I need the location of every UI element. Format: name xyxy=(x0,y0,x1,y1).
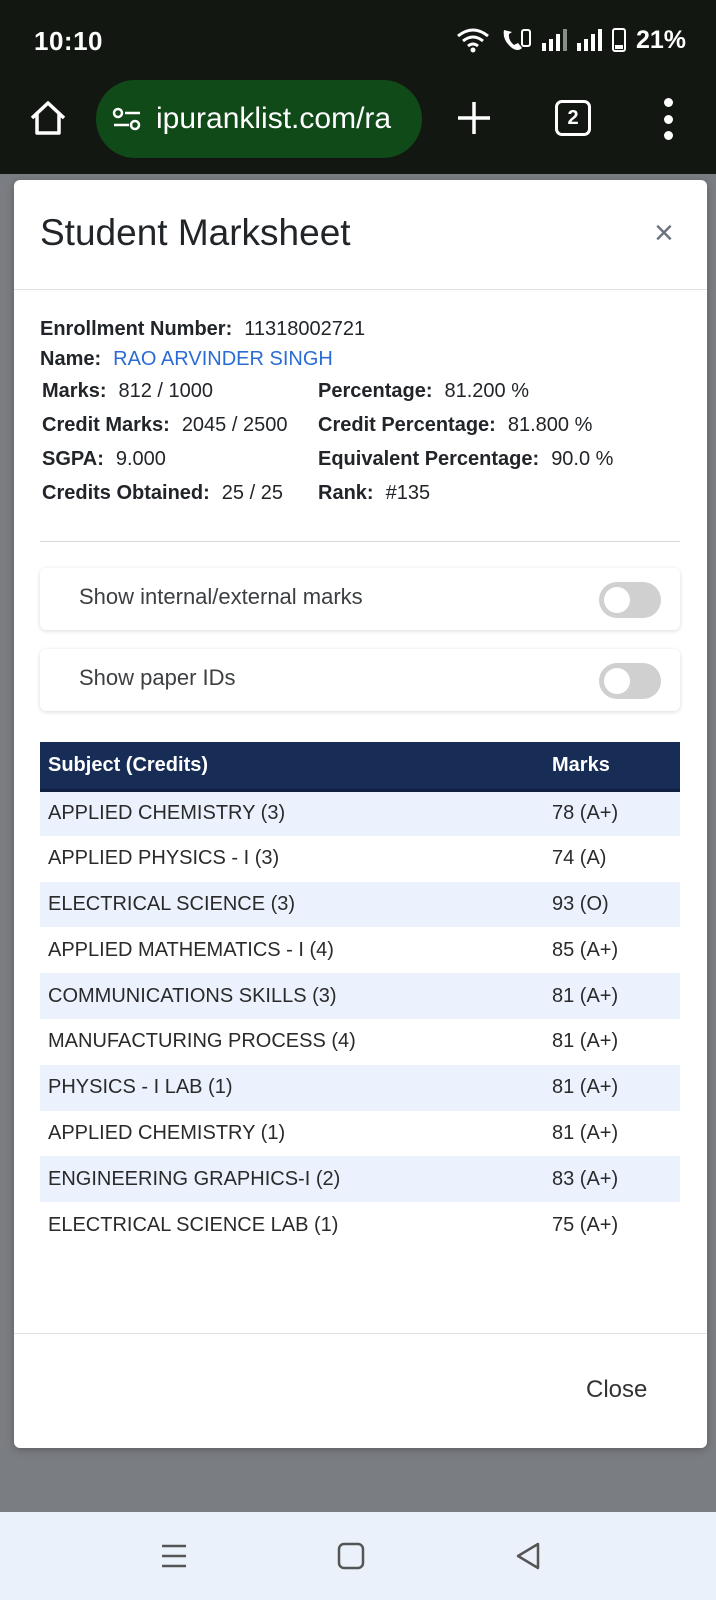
more-options-icon[interactable] xyxy=(658,98,678,140)
marks-cell: 81 (A+) xyxy=(552,1121,619,1144)
marks-cell: 93 (O) xyxy=(544,881,680,928)
subject-cell: MANUFACTURING PROCESS (4) xyxy=(48,1030,356,1053)
rank-row: Rank: #135 xyxy=(318,482,430,505)
name-row: Name: RAO ARVINDER SINGH xyxy=(40,348,333,371)
modal-header: Student Marksheet × xyxy=(14,180,707,290)
internal-external-toggle-card: Show internal/external marks xyxy=(40,568,680,630)
paper-ids-label: Show paper IDs xyxy=(79,665,236,690)
table-header-row: Subject (Credits) Marks xyxy=(40,742,680,792)
home-icon[interactable] xyxy=(28,98,68,138)
credit-marks-row: Credit Marks: 2045 / 2500 xyxy=(42,414,287,437)
wifi-calling-icon xyxy=(503,29,531,50)
internal-external-switch[interactable] xyxy=(599,582,661,618)
close-button[interactable]: Close xyxy=(586,1376,647,1404)
paper-ids-toggle-card: Show paper IDs xyxy=(40,649,680,711)
marks-cell: 81 (A+) xyxy=(544,1064,680,1111)
subject-cell: APPLIED PHYSICS - I (3) xyxy=(48,847,280,870)
browser-toolbar: ipuranklist.com/ra 2 xyxy=(0,80,716,174)
battery-level: 21% xyxy=(635,25,686,54)
recent-apps-icon[interactable] xyxy=(156,1538,192,1574)
internal-external-label: Show internal/external marks xyxy=(79,584,363,609)
modal-title: Student Marksheet xyxy=(40,212,351,253)
subject-cell: APPLIED CHEMISTRY (3) xyxy=(40,790,544,836)
table-row: APPLIED MATHEMATICS - I (4) 85 (A+) xyxy=(40,927,680,973)
close-icon[interactable]: × xyxy=(654,216,674,250)
subject-column-header: Subject (Credits) xyxy=(40,742,544,792)
marks-cell: 85 (A+) xyxy=(552,938,619,961)
table-row: ELECTRICAL SCIENCE (3) 93 (O) xyxy=(40,881,680,928)
status-bar: 10:10 21% xyxy=(0,0,716,80)
sgpa-value: 9.000 xyxy=(115,448,166,470)
credits-obtained-value: 25 / 25 xyxy=(221,482,283,504)
table-row: PHYSICS - I LAB (1) 81 (A+) xyxy=(40,1064,680,1111)
enrollment-row: Enrollment Number: 11318002721 xyxy=(40,318,365,341)
status-icons: 21% xyxy=(456,24,686,56)
enrollment-label: Enrollment Number: xyxy=(40,318,233,340)
enrollment-value: 11318002721 xyxy=(244,318,366,340)
rank-label: Rank: xyxy=(318,482,374,504)
subject-cell: APPLIED CHEMISTRY (1) xyxy=(48,1121,286,1144)
credit-marks-value: 2045 / 2500 xyxy=(181,414,288,436)
credit-percentage-label: Credit Percentage: xyxy=(318,414,496,436)
student-name: RAO ARVINDER SINGH xyxy=(113,348,333,370)
table-row: APPLIED CHEMISTRY (1) 81 (A+) xyxy=(40,1111,680,1157)
subject-cell: APPLIED MATHEMATICS - I (4) xyxy=(48,938,334,961)
credit-percentage-row: Credit Percentage: 81.800 % xyxy=(318,414,592,437)
equivalent-label: Equivalent Percentage: xyxy=(318,448,540,470)
address-bar[interactable]: ipuranklist.com/ra xyxy=(96,80,422,158)
paper-ids-switch[interactable] xyxy=(599,663,661,699)
marks-cell: 74 (A) xyxy=(552,847,607,870)
marksheet-modal: Student Marksheet × Enrollment Number: 11… xyxy=(14,180,707,1448)
system-nav-bar xyxy=(0,1512,716,1600)
marks-table: Subject (Credits) Marks APPLIED CHEMISTR… xyxy=(40,742,680,1248)
tab-switcher-button[interactable]: 2 xyxy=(555,100,591,136)
divider xyxy=(40,541,680,542)
credit-percentage-value: 81.800 % xyxy=(507,414,593,436)
credit-marks-label: Credit Marks: xyxy=(42,414,170,436)
wifi-icon xyxy=(457,28,489,53)
signal-1-icon xyxy=(541,29,567,51)
marks-cell: 83 (A+) xyxy=(544,1156,680,1203)
table-row: ENGINEERING GRAPHICS-I (2) 83 (A+) xyxy=(40,1156,680,1203)
new-tab-icon[interactable] xyxy=(454,98,494,138)
subject-cell: COMMUNICATIONS SKILLS (3) xyxy=(40,973,544,1019)
url-text: ipuranklist.com/ra xyxy=(156,102,392,135)
signal-2-icon xyxy=(576,29,602,51)
credits-obtained-label: Credits Obtained: xyxy=(42,482,210,504)
table-row: COMMUNICATIONS SKILLS (3) 81 (A+) xyxy=(40,973,680,1019)
percentage-row: Percentage: 81.200 % xyxy=(318,380,529,403)
equivalent-value: 90.0 % xyxy=(551,448,614,470)
percentage-label: Percentage: xyxy=(318,380,433,402)
subject-cell: PHYSICS - I LAB (1) xyxy=(40,1064,544,1111)
sgpa-label: SGPA: xyxy=(42,448,104,470)
equivalent-percentage-row: Equivalent Percentage: 90.0 % xyxy=(318,448,613,471)
marks-row: Marks: 812 / 1000 xyxy=(42,380,213,403)
subject-cell: ELECTRICAL SCIENCE LAB (1) xyxy=(48,1213,339,1236)
marks-cell: 81 (A+) xyxy=(552,1030,619,1053)
table-row: MANUFACTURING PROCESS (4) 81 (A+) xyxy=(40,1019,680,1065)
table-row: ELECTRICAL SCIENCE LAB (1) 75 (A+) xyxy=(40,1202,680,1248)
subject-cell: ENGINEERING GRAPHICS-I (2) xyxy=(40,1156,544,1203)
sgpa-row: SGPA: 9.000 xyxy=(42,448,166,471)
site-settings-icon[interactable] xyxy=(112,106,142,132)
marks-value: 812 / 1000 xyxy=(118,380,214,402)
percentage-value: 81.200 % xyxy=(444,380,530,402)
marks-cell: 81 (A+) xyxy=(544,973,680,1019)
home-nav-icon[interactable] xyxy=(333,1538,369,1574)
marks-cell: 75 (A+) xyxy=(552,1213,619,1236)
credits-obtained-row: Credits Obtained: 25 / 25 xyxy=(42,482,283,505)
marks-column-header: Marks xyxy=(544,742,680,792)
subject-cell: ELECTRICAL SCIENCE (3) xyxy=(40,881,544,928)
name-label: Name: xyxy=(40,348,102,370)
marks-cell: 78 (A+) xyxy=(544,790,680,836)
rank-value: #135 xyxy=(385,482,431,504)
back-icon[interactable] xyxy=(510,1538,546,1574)
modal-footer: Close xyxy=(14,1333,707,1448)
status-time: 10:10 xyxy=(34,26,103,56)
marks-label: Marks: xyxy=(42,380,107,402)
table-row: APPLIED CHEMISTRY (3) 78 (A+) xyxy=(40,790,680,836)
table-row: APPLIED PHYSICS - I (3) 74 (A) xyxy=(40,836,680,882)
battery-icon xyxy=(611,28,626,52)
